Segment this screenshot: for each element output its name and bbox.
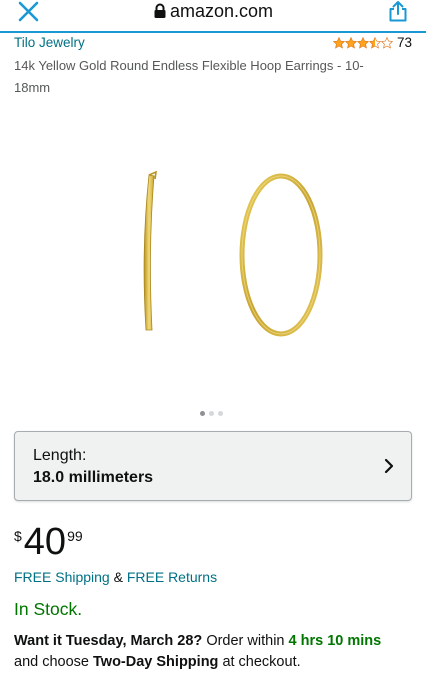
url-text: amazon.com	[169, 1, 274, 21]
rating-summary[interactable]: 73	[332, 35, 412, 50]
length-selector[interactable]: Length: 18.0 millimeters	[14, 431, 412, 501]
length-label: Length:	[33, 447, 87, 464]
price-fraction: 99	[67, 528, 83, 544]
price-whole: 40	[23, 521, 67, 563]
shipping-ampersand: &	[113, 569, 123, 585]
delivery-message: Want it Tuesday, March 28? Order within …	[14, 631, 416, 673]
delivery-date: Want it Tuesday, March 28?	[14, 633, 203, 649]
stock-status: In Stock.	[14, 599, 83, 619]
shipping-option: Two-Day Shipping	[93, 654, 219, 670]
chevron-right-icon	[384, 458, 394, 474]
star-icon	[368, 36, 381, 49]
product-image[interactable]	[110, 160, 330, 340]
carousel-dot[interactable]	[200, 411, 205, 416]
share-icon[interactable]	[388, 0, 408, 22]
checkout-suffix: at checkout.	[222, 654, 301, 670]
star-icon	[356, 36, 369, 49]
lock-icon	[154, 3, 166, 18]
image-carousel-dots[interactable]	[200, 411, 223, 416]
length-value: 18.0 millimeters	[33, 469, 154, 486]
star-icon	[344, 36, 357, 49]
brand-link[interactable]: Tilo Jewelry	[14, 35, 85, 50]
browser-top-bar: amazon.com	[0, 0, 426, 33]
delivery-countdown: 4 hrs 10 mins	[288, 633, 382, 649]
shipping-info: FREE Shipping & FREE Returns	[14, 569, 217, 585]
product-title: 14k Yellow Gold Round Endless Flexible H…	[14, 58, 364, 95]
free-shipping-link[interactable]: FREE Shipping	[14, 569, 110, 585]
star-icon	[332, 36, 345, 49]
price-symbol: $	[14, 528, 22, 544]
star-icon	[380, 36, 393, 49]
price: $ 40 99	[14, 522, 83, 562]
carousel-dot[interactable]	[218, 411, 223, 416]
earring-side-view	[143, 174, 155, 331]
and-choose-text: and choose	[14, 654, 89, 670]
order-within-text: Order within	[206, 633, 285, 649]
url-bar[interactable]: amazon.com	[0, 1, 426, 22]
rating-count: 73	[396, 35, 412, 50]
carousel-dot[interactable]	[209, 411, 214, 416]
brand-rating-row: Tilo Jewelry 73	[14, 35, 412, 53]
star-rating	[332, 36, 393, 49]
free-returns-link[interactable]: FREE Returns	[127, 569, 217, 585]
